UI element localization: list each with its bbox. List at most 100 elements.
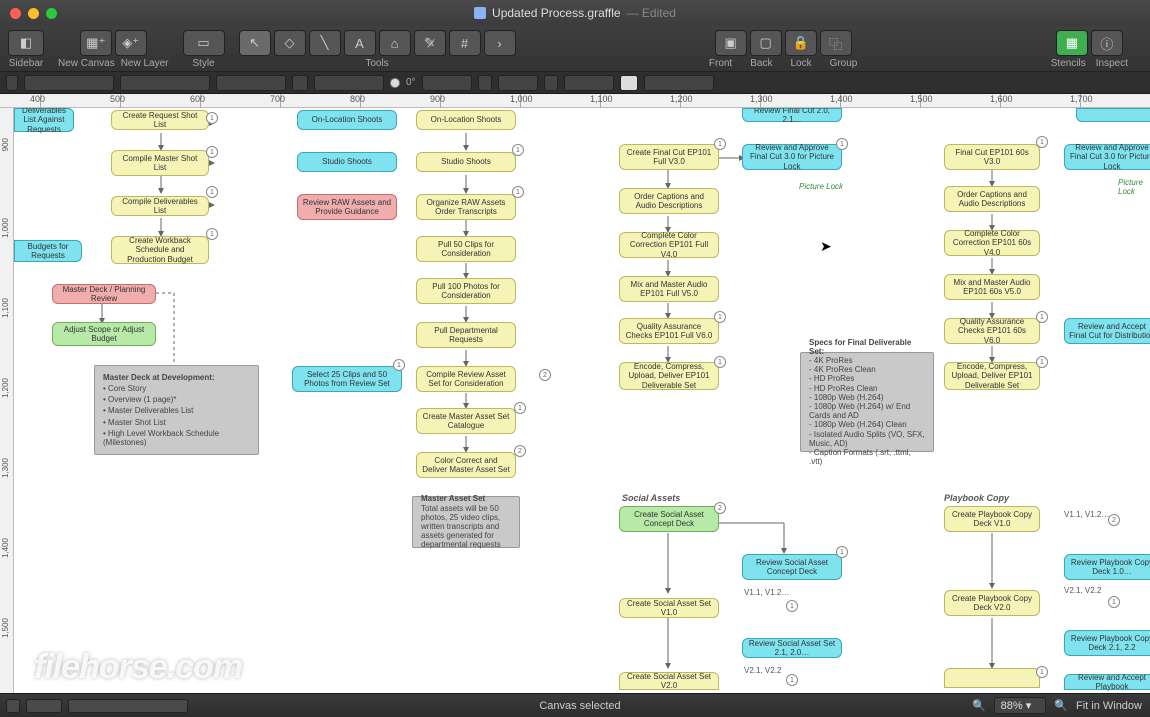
bring-front-button[interactable]: ▣ xyxy=(715,30,747,56)
flow-node[interactable]: Studio Shoots xyxy=(416,152,516,172)
note-badge[interactable]: 1 xyxy=(206,228,218,240)
sidebar-toggle-button[interactable]: ◧ xyxy=(8,30,44,56)
note-badge[interactable]: 1 xyxy=(1036,356,1048,368)
flow-node[interactable]: Create Master Asset Set Catalogue xyxy=(416,408,516,434)
flow-node[interactable]: On-Location Shoots xyxy=(416,110,516,130)
flow-node[interactable]: Order Captions and Audio Descriptions xyxy=(619,188,719,214)
flow-node[interactable]: Adjust Scope or Adjust Budget xyxy=(52,322,156,346)
text-tool-button[interactable]: A xyxy=(344,30,376,56)
crosshair-tool-button[interactable]: # xyxy=(449,30,481,56)
note-badge[interactable]: 1 xyxy=(714,311,726,323)
close-icon[interactable] xyxy=(10,8,21,19)
browse-tool-button[interactable]: › xyxy=(484,30,516,56)
flow-node[interactable]: Create Playbook Copy Deck V1.0 xyxy=(944,506,1040,532)
note-badge[interactable]: 1 xyxy=(393,359,405,371)
note-badge[interactable]: 1 xyxy=(206,186,218,198)
flow-node[interactable]: Organize RAW Assets Order Transcripts xyxy=(416,194,516,220)
flow-node[interactable] xyxy=(944,668,1040,688)
prop-font-select[interactable] xyxy=(24,75,114,91)
note-badge[interactable]: 2 xyxy=(514,445,526,457)
flow-node[interactable]: Complete Color Correction EP101 Full V4.… xyxy=(619,232,719,258)
prop-seg2[interactable] xyxy=(422,75,472,91)
new-layer-button[interactable]: ◈⁺ xyxy=(115,30,147,56)
line-tool-button[interactable]: ╲ xyxy=(309,30,341,56)
note-badge[interactable]: 2 xyxy=(714,502,726,514)
flow-node[interactable]: Budgets for Requests xyxy=(14,240,82,262)
zoom-out-icon[interactable]: 🔍 xyxy=(972,699,986,712)
flow-node[interactable]: Mix and Master Audio EP101 60s V5.0 xyxy=(944,274,1040,300)
lock-button[interactable]: 🔒 xyxy=(785,30,817,56)
zoom-icon[interactable] xyxy=(46,8,57,19)
selection-tool-button[interactable]: ↖ xyxy=(239,30,271,56)
flow-node[interactable]: Studio Shoots xyxy=(297,152,397,172)
zoom-in-icon[interactable]: 🔍 xyxy=(1054,699,1068,712)
flow-node[interactable]: Review and Approve Final Cut 3.0 for Pic… xyxy=(1064,144,1150,170)
flow-node[interactable]: Select 25 Clips and 50 Photos from Revie… xyxy=(292,366,402,392)
note-badge[interactable]: 1 xyxy=(1036,666,1048,678)
note-badge[interactable]: 1 xyxy=(714,138,726,150)
prop-seg[interactable] xyxy=(6,75,18,91)
flow-node[interactable]: Review Final Cut 2.0, 2.1… xyxy=(742,108,842,122)
note-badge[interactable]: 1 xyxy=(714,356,726,368)
flow-node[interactable]: Complete Color Correction EP101 60s V4.0 xyxy=(944,230,1040,256)
status-segment[interactable] xyxy=(6,699,20,713)
prop-seg6[interactable] xyxy=(564,75,614,91)
note-block[interactable]: Master Asset Set Total assets will be 50… xyxy=(412,496,520,548)
prop-style-select[interactable] xyxy=(120,75,210,91)
note-badge[interactable]: 1 xyxy=(514,402,526,414)
stencils-button[interactable]: ▦ xyxy=(1056,30,1088,56)
flow-node[interactable]: Create Workback Schedule and Production … xyxy=(111,236,209,264)
flow-node[interactable]: Pull 100 Photos for Consideration xyxy=(416,278,516,304)
prop-seg4[interactable] xyxy=(498,75,538,91)
flow-node[interactable]: Review Playbook Copy Deck 2.1, 2.2 xyxy=(1064,630,1150,656)
new-canvas-button[interactable]: ▦⁺ xyxy=(80,30,112,56)
zoom-select[interactable]: 88% ▾ xyxy=(994,697,1047,714)
flow-node[interactable]: Deliverables List Against Requests xyxy=(14,108,74,132)
flow-node[interactable]: Create Final Cut EP101 Full V3.0 xyxy=(619,144,719,170)
point-edit-tool-button[interactable]: ✎̷ xyxy=(414,30,446,56)
prop-seg3[interactable] xyxy=(478,75,492,91)
note-badge[interactable]: 1 xyxy=(786,600,798,612)
flow-node[interactable]: Compile Master Shot List xyxy=(111,150,209,176)
style-tray-button[interactable]: ▭ xyxy=(183,30,225,56)
flow-node[interactable]: Create Social Asset Set V1.0 xyxy=(619,598,719,618)
note-badge[interactable]: 2 xyxy=(1108,514,1120,526)
flow-node[interactable]: Final Cut EP101 60s V3.0 xyxy=(944,144,1040,170)
flow-node[interactable]: Compile Review Asset Set for Considerati… xyxy=(416,366,516,392)
status-segment[interactable] xyxy=(26,699,62,713)
flow-node[interactable]: Color Correct and Deliver Master Asset S… xyxy=(416,452,516,478)
flow-node[interactable]: Mix and Master Audio EP101 Full V5.0 xyxy=(619,276,719,302)
canvas[interactable]: Departmental Requests Deliverables List … xyxy=(14,108,1150,693)
note-badge[interactable]: 1 xyxy=(512,144,524,156)
prop-color-swatch[interactable] xyxy=(620,75,638,91)
flow-node[interactable]: Create Request Shot List xyxy=(111,110,209,130)
flow-node[interactable]: Review and Accept Final Cut for Distribu… xyxy=(1064,318,1150,344)
flow-node[interactable]: Pull Departmental Requests xyxy=(416,322,516,348)
note-badge[interactable]: 1 xyxy=(1036,136,1048,148)
flow-node[interactable]: Review and Accept Playbook xyxy=(1064,674,1150,690)
pen-tool-button[interactable]: ⌂ xyxy=(379,30,411,56)
flow-node[interactable]: Create Playbook Copy Deck V2.0 xyxy=(944,590,1040,616)
flow-node[interactable]: Create Social Asset Concept Deck xyxy=(619,506,719,532)
note-block[interactable]: Specs for Final Deliverable Set: - 4K Pr… xyxy=(800,352,934,452)
flow-node[interactable]: Review and Approve Final Cut 3.0 for Pic… xyxy=(742,144,842,170)
note-badge[interactable]: 1 xyxy=(1108,596,1120,608)
note-badge[interactable]: 1 xyxy=(836,546,848,558)
flow-node[interactable]: Encode, Compress, Upload, Deliver EP101 … xyxy=(944,362,1040,390)
minimize-icon[interactable] xyxy=(28,8,39,19)
flow-node[interactable]: Master Deck / Planning Review xyxy=(52,284,156,304)
group-button[interactable]: ⿻ xyxy=(820,30,852,56)
flow-node[interactable]: Review Social Asset Set 2.1, 2.0… xyxy=(742,638,842,658)
send-back-button[interactable]: ▢ xyxy=(750,30,782,56)
flow-node[interactable]: Create Social Asset Set V2.0 xyxy=(619,672,719,690)
note-badge[interactable]: 1 xyxy=(206,146,218,158)
note-badge[interactable]: 1 xyxy=(836,138,848,150)
flow-node[interactable]: Review RAW Assets and Provide Guidance xyxy=(297,194,397,220)
flow-node[interactable] xyxy=(1076,108,1150,122)
flow-node[interactable]: Pull 50 Clips for Consideration xyxy=(416,236,516,262)
prop-size-select[interactable] xyxy=(216,75,286,91)
prop-seg7[interactable] xyxy=(644,75,714,91)
flow-node[interactable]: Quality Assurance Checks EP101 60s V6.0 xyxy=(944,318,1040,344)
flow-node[interactable]: Review Playbook Copy Deck 1.0… xyxy=(1064,554,1150,580)
prop-align-v[interactable] xyxy=(292,75,308,91)
